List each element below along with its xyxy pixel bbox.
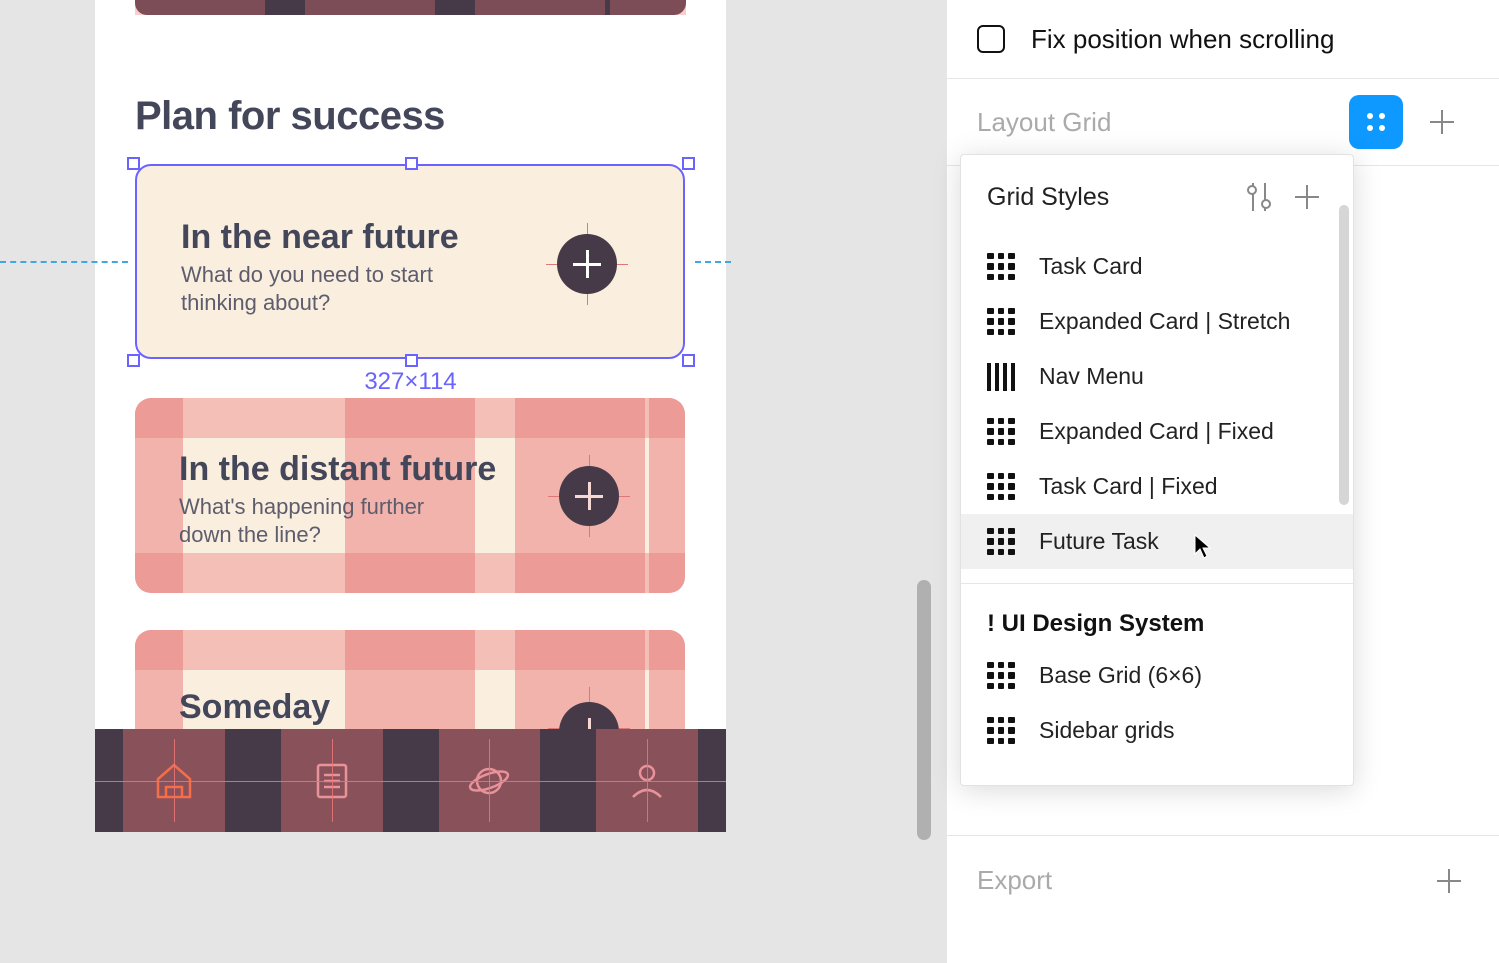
canvas-area[interactable]: Plan for success In the near future What…: [0, 0, 946, 963]
grid-style-label: Base Grid (6×6): [1039, 662, 1202, 689]
smart-guide: [0, 261, 128, 263]
selection-handle-sw[interactable]: [127, 354, 140, 367]
export-row[interactable]: Export: [947, 835, 1499, 925]
card-subtitle: What's happening further down the line?: [179, 493, 469, 548]
grid-icon: [987, 528, 1015, 556]
grid-style-label: Nav Menu: [1039, 363, 1144, 390]
grid-icon: [987, 308, 1015, 336]
grid-overlay-col: [475, 0, 605, 15]
plus-icon: [1295, 185, 1319, 209]
export-label: Export: [977, 865, 1421, 896]
fix-position-label: Fix position when scrolling: [1031, 24, 1334, 55]
plus-icon: [1437, 869, 1461, 893]
nav-home[interactable]: [95, 729, 253, 832]
grid-style-item[interactable]: Nav Menu: [961, 349, 1353, 404]
properties-panel: Fix position when scrolling Layout Grid …: [946, 0, 1499, 963]
grid-style-item[interactable]: Expanded Card | Fixed: [961, 404, 1353, 459]
grid-style-item[interactable]: Task Card: [961, 239, 1353, 294]
add-layout-grid-button[interactable]: [1415, 95, 1469, 149]
nav-explore[interactable]: [411, 729, 569, 832]
grid-style-item[interactable]: Sidebar grids: [961, 703, 1353, 758]
smart-guide: [695, 261, 731, 263]
grid-style-label: Task Card | Fixed: [1039, 473, 1218, 500]
grid-overlay-col: [135, 0, 265, 15]
grid-style-label: Sidebar grids: [1039, 717, 1175, 744]
layout-grid-label: Layout Grid: [977, 107, 1337, 138]
grid-overlay-row: [135, 553, 685, 593]
grid-style-label: Expanded Card | Fixed: [1039, 418, 1274, 445]
sliders-icon: [1246, 183, 1272, 211]
grid-icon: [987, 473, 1015, 501]
popover-scrollbar[interactable]: [1339, 205, 1349, 505]
grid-style-item[interactable]: Task Card | Fixed: [961, 459, 1353, 514]
selection-handle-n[interactable]: [405, 157, 418, 170]
nav-profile[interactable]: [568, 729, 726, 832]
nav-list[interactable]: [253, 729, 411, 832]
selection-dimensions: 327×114: [95, 368, 726, 396]
card-title: In the near future: [181, 218, 459, 257]
grid-style-group-title: ! UI Design System: [961, 598, 1353, 648]
grid-style-label: Future Task: [1039, 528, 1159, 555]
grid-style-label: Task Card: [1039, 253, 1143, 280]
selection-handle-ne[interactable]: [682, 157, 695, 170]
grid-overlay-row: [135, 630, 685, 670]
grid-overlay-col: [610, 0, 686, 15]
grid-overlay-col: [305, 0, 435, 15]
add-task-button[interactable]: [557, 234, 617, 294]
style-settings-button[interactable]: [1239, 177, 1279, 217]
task-card-distant-future[interactable]: In the distant future What's happening f…: [135, 398, 685, 593]
fix-position-row[interactable]: Fix position when scrolling: [947, 0, 1499, 78]
artboard[interactable]: Plan for success In the near future What…: [95, 0, 726, 832]
grid-styles-popover: Grid Styles Task Card Expanded Card | St…: [960, 154, 1354, 786]
grid-overlay-row: [135, 398, 685, 438]
grid-style-item[interactable]: Future Task: [961, 514, 1353, 569]
add-task-button[interactable]: [559, 466, 619, 526]
canvas-scrollbar[interactable]: [917, 580, 931, 840]
columns-icon: [987, 363, 1015, 391]
task-card-near-future[interactable]: In the near future What do you need to s…: [135, 164, 685, 359]
grid-dots-icon: [1365, 111, 1387, 133]
selection-handle-nw[interactable]: [127, 157, 140, 170]
card-subtitle: What do you need to start thinking about…: [181, 261, 471, 316]
grid-icon: [987, 253, 1015, 281]
grid-style-item[interactable]: Expanded Card | Stretch: [961, 294, 1353, 349]
grid-icon: [987, 418, 1015, 446]
grid-styles-list: Task Card Expanded Card | Stretch Nav Me…: [961, 239, 1353, 785]
plus-icon: [1430, 110, 1454, 134]
grid-styles-button[interactable]: [1349, 95, 1403, 149]
grid-style-item[interactable]: Base Grid (6×6): [961, 648, 1353, 703]
bottom-nav: [95, 729, 726, 832]
create-style-button[interactable]: [1287, 177, 1327, 217]
page-title: Plan for success: [135, 94, 445, 139]
layout-grid-row: Layout Grid: [947, 78, 1499, 166]
separator: [961, 583, 1353, 584]
popover-title: Grid Styles: [987, 183, 1231, 212]
card-title: Someday: [179, 688, 330, 727]
selection-handle-s[interactable]: [405, 354, 418, 367]
card-title: In the distant future: [179, 450, 496, 489]
add-export-button[interactable]: [1429, 861, 1469, 901]
grid-style-label: Expanded Card | Stretch: [1039, 308, 1290, 335]
grid-icon: [987, 662, 1015, 690]
grid-icon: [987, 717, 1015, 745]
selection-handle-se[interactable]: [682, 354, 695, 367]
fix-position-checkbox[interactable]: [977, 25, 1005, 53]
